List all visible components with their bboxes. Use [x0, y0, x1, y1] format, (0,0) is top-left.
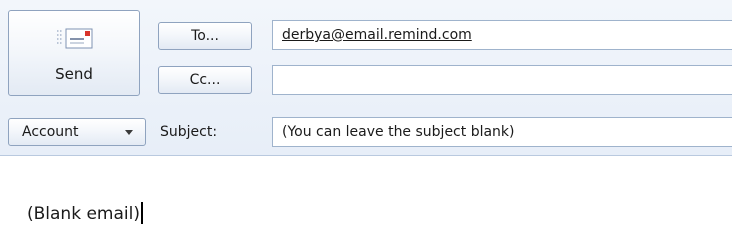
- message-body-content: (Blank email): [27, 202, 143, 224]
- cc-button[interactable]: Cc...: [158, 66, 252, 94]
- to-field[interactable]: derbya@email.remind.com: [272, 20, 732, 50]
- subject-field[interactable]: (You can leave the subject blank): [272, 117, 732, 147]
- to-recipient[interactable]: derbya@email.remind.com: [282, 27, 472, 43]
- subject-label: Subject:: [160, 124, 218, 140]
- send-button[interactable]: Send: [8, 10, 140, 96]
- message-body-text: (Blank email): [27, 204, 140, 224]
- message-header: Send To... Cc... Account Subject: derbya…: [0, 0, 732, 156]
- account-button-label: Account: [22, 124, 79, 140]
- cc-field[interactable]: [272, 65, 732, 95]
- message-body[interactable]: (Blank email): [0, 156, 732, 248]
- to-button[interactable]: To...: [158, 22, 252, 50]
- account-button[interactable]: Account: [8, 118, 146, 146]
- send-mail-icon: [57, 28, 93, 49]
- chevron-down-icon: [125, 130, 133, 135]
- text-cursor: [140, 202, 143, 224]
- send-button-label: Send: [55, 65, 93, 83]
